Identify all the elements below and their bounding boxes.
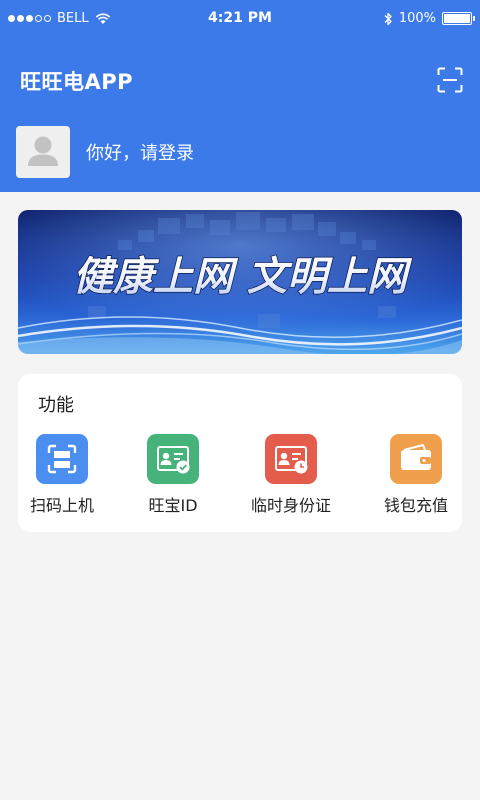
battery-percent: 100% — [398, 11, 436, 26]
functions-card: 功能 扫码上机 旺宝ID 临时身份证 钱包充值 — [18, 374, 462, 532]
battery-area: 100% — [383, 11, 475, 26]
app-title: 旺旺电APP — [20, 70, 134, 94]
func-wallet-recharge[interactable]: 钱包充值 — [361, 432, 471, 522]
id-card-check-icon — [147, 434, 199, 484]
battery-icon — [442, 12, 475, 25]
user-icon — [16, 126, 70, 178]
banner[interactable]: 健康上网 文明上网 — [18, 210, 462, 354]
scan-button[interactable] — [437, 67, 463, 93]
func-label: 钱包充值 — [383, 496, 448, 515]
func-label: 临时身份证 — [250, 496, 331, 515]
id-card-clock-icon — [265, 434, 317, 484]
scan-icon — [36, 434, 88, 484]
status-bar: BELL 4:21 PM 100% — [0, 0, 480, 38]
bluetooth-icon — [384, 12, 392, 25]
avatar[interactable] — [16, 126, 70, 178]
banner-slogan: 健康上网 文明上网 — [73, 254, 413, 300]
banner-image: 健康上网 文明上网 — [18, 210, 462, 354]
functions-title: 功能 — [38, 395, 74, 416]
func-label: 旺宝ID — [148, 496, 198, 515]
func-temp-id[interactable]: 临时身份证 — [236, 432, 346, 522]
scan-icon — [437, 67, 463, 93]
func-label: 扫码上机 — [29, 496, 94, 515]
login-prompt[interactable]: 你好，请登录 — [86, 139, 194, 165]
wallet-icon — [390, 434, 442, 484]
func-wangbao-id[interactable]: 旺宝ID — [118, 432, 228, 522]
app-header: BELL 4:21 PM 100% 旺旺电APP 你好，请登录 — [0, 0, 480, 192]
func-scan-login[interactable]: 扫码上机 — [7, 432, 117, 522]
